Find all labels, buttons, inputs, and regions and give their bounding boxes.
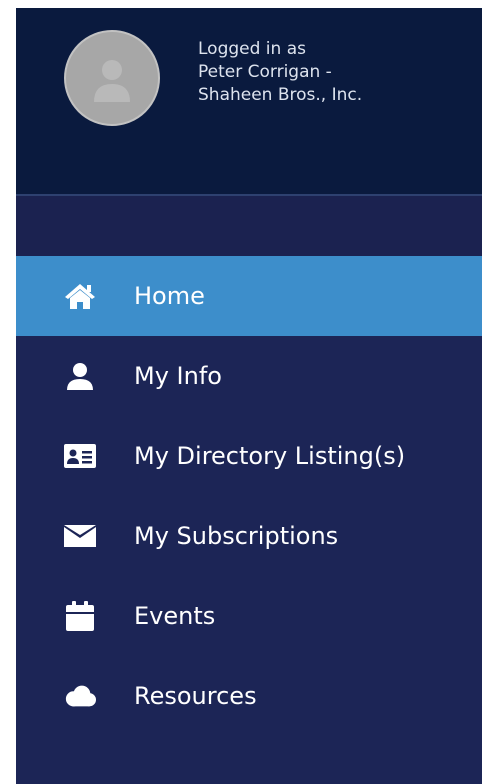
nav-label-my-subscriptions: My Subscriptions: [134, 522, 339, 550]
nav-label-my-info: My Info: [134, 362, 222, 390]
nav-label-my-directory-listings: My Directory Listing(s): [134, 442, 406, 470]
cloud-icon: [64, 680, 96, 712]
sidebar-spacer: [16, 196, 482, 256]
user-silhouette-icon: [94, 60, 130, 102]
nav-item-home[interactable]: Home: [16, 256, 482, 336]
nav-item-resources[interactable]: Resources: [16, 656, 482, 736]
nav-label-events: Events: [134, 602, 216, 630]
nav-item-my-directory-listings[interactable]: My Directory Listing(s): [16, 416, 482, 496]
avatar[interactable]: [64, 30, 160, 126]
home-icon: [64, 280, 96, 312]
user-name: Peter Corrigan -: [198, 62, 332, 82]
nav-item-my-info[interactable]: My Info: [16, 336, 482, 416]
id-card-icon: [64, 440, 96, 472]
company-name: Shaheen Bros., Inc.: [198, 85, 363, 105]
user-icon: [64, 360, 96, 392]
login-label: Logged in as: [198, 39, 306, 59]
sidebar: Logged in as Peter Corrigan - Shaheen Br…: [16, 8, 482, 784]
nav-item-events[interactable]: Events: [16, 576, 482, 656]
calendar-icon: [64, 600, 96, 632]
profile-panel: Logged in as Peter Corrigan - Shaheen Br…: [16, 8, 482, 196]
main-nav: Home My Info My Directory Listing(s) My …: [16, 256, 482, 736]
nav-label-home: Home: [134, 282, 205, 310]
login-status: Logged in as Peter Corrigan - Shaheen Br…: [198, 38, 362, 107]
nav-item-my-subscriptions[interactable]: My Subscriptions: [16, 496, 482, 576]
envelope-icon: [64, 520, 96, 552]
nav-label-resources: Resources: [134, 682, 257, 710]
